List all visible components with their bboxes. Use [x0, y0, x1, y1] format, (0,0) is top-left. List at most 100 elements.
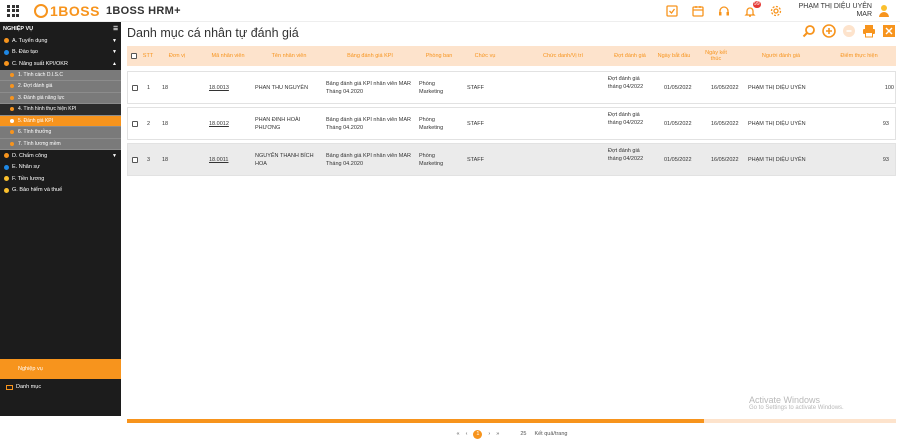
- column-header[interactable]: Tên nhân viên: [259, 53, 319, 59]
- logo[interactable]: 1BOSS: [34, 3, 100, 19]
- cell-department: Phòng Marketing: [419, 81, 444, 95]
- sidebar-subitem-kpi-review[interactable]: 5. Đánh giá KPI: [0, 115, 121, 127]
- table-header: STT Đơn vị Mã nhân viên Tên nhân viên Bả…: [127, 46, 896, 66]
- cell-stt: 1: [147, 85, 151, 91]
- sidebar-item-timekeeping[interactable]: D. Chấm công ▼: [0, 150, 121, 162]
- gear-icon[interactable]: [767, 2, 785, 20]
- column-header[interactable]: Mã nhân viên: [203, 53, 253, 59]
- timekeeping-icon: [4, 153, 9, 159]
- sidebar-item-label: F. Tiền lương: [12, 175, 45, 182]
- sidebar-item-payroll[interactable]: F. Tiền lương: [0, 173, 121, 185]
- cell-position: STAFF: [467, 157, 485, 163]
- sidebar-item-insurance-tax[interactable]: G. Bảo hiểm và thuế: [0, 185, 121, 197]
- column-header[interactable]: Bảng đánh giá KPI: [325, 53, 415, 59]
- sidebar-item-personnel[interactable]: E. Nhân sự: [0, 162, 121, 174]
- table-row[interactable]: 3 18 18.0011 NGUYỄN THANH BÍCH HOA Bảng …: [127, 143, 896, 176]
- cell-end-date: 16/05/2022: [711, 121, 739, 127]
- sidebar-title: NGHIỆP VỤ: [3, 25, 34, 32]
- delete-icon[interactable]: [842, 24, 856, 38]
- sidebar-subitem-disc[interactable]: 1. Tính cách D.I.S.C: [0, 69, 121, 81]
- cell-employee-name: PHAN THU NGUYÊN: [255, 85, 309, 91]
- sidebar-subitem-kpi-progress[interactable]: 4. Tình hình thực hiện KPI: [0, 104, 121, 116]
- cell-score: 93: [882, 157, 889, 163]
- top-bar: 1BOSS 1BOSS HRM+ 99 PHẠM THỊ DIỆU UYÊN M…: [0, 0, 900, 22]
- cell-score: 93: [882, 121, 889, 127]
- main-content: Danh mục cá nhân tự đánh giá STT Đơn vị …: [121, 22, 900, 440]
- cell-position: STAFF: [467, 121, 485, 127]
- bonus-icon: [10, 130, 14, 135]
- user-avatar-icon[interactable]: [878, 4, 890, 18]
- column-header[interactable]: Chức vụ: [467, 53, 503, 59]
- kpi-review-icon: [10, 118, 14, 123]
- cell-start-date: 01/05/2022: [664, 85, 692, 91]
- sidebar-subitem-label: 5. Đánh giá KPI: [18, 117, 54, 124]
- cell-stt: 3: [147, 157, 151, 163]
- sidebar-subitem-label: 6. Tính thưởng: [18, 129, 52, 136]
- sidebar-item-kpi[interactable]: C. Năng suất KPI/OKR ▲: [0, 58, 121, 70]
- folder-icon: [6, 384, 13, 390]
- personnel-icon: [4, 164, 9, 170]
- table-row[interactable]: 2 18 18.0012 PHAN ĐINH HOÀI PHƯƠNG Bảng …: [127, 107, 896, 140]
- training-icon: [4, 49, 9, 55]
- sidebar-tab-catalog[interactable]: Danh mục: [0, 380, 121, 394]
- user-name-line1: PHẠM THỊ DIỆU UYÊN: [798, 3, 872, 10]
- page-size-select[interactable]: 25: [520, 431, 526, 437]
- column-header[interactable]: Đợt đánh giá: [607, 53, 653, 59]
- cell-employee-code-link[interactable]: 18.0013: [209, 84, 229, 92]
- column-header[interactable]: Ngày kết thúc: [703, 50, 729, 62]
- sidebar-subitem-bonus[interactable]: 6. Tính thưởng: [0, 127, 121, 139]
- row-checkbox[interactable]: [132, 157, 138, 163]
- row-checkbox[interactable]: [132, 85, 138, 91]
- sidebar-item-label: D. Chấm công: [12, 152, 48, 159]
- column-header[interactable]: Người đánh giá: [741, 53, 821, 59]
- column-header[interactable]: Đơn vị: [167, 53, 187, 59]
- chevron-down-icon: ▼: [112, 152, 117, 159]
- payroll-icon: [4, 176, 9, 182]
- sidebar-subitem-label: 3. Đánh giá năng lực: [18, 94, 65, 101]
- add-icon[interactable]: [822, 24, 836, 38]
- period-icon: [10, 84, 14, 89]
- cell-end-date: 16/05/2022: [711, 85, 739, 91]
- calendar-icon[interactable]: [689, 2, 707, 20]
- sidebar: NGHIỆP VỤ ☰ A. Tuyển dụng ▼ B. Đào tạo ▼ C…: [0, 22, 121, 416]
- headset-icon[interactable]: [715, 2, 733, 20]
- export-icon[interactable]: [882, 24, 896, 38]
- last-page-button[interactable]: »: [496, 431, 499, 437]
- menu-toggle-icon[interactable]: ☰: [113, 26, 118, 32]
- first-page-button[interactable]: «: [457, 431, 460, 437]
- cell-kpi-sheet: Bảng đánh giá KPI nhân viên MAR Tháng 04…: [326, 117, 412, 131]
- cell-employee-code-link[interactable]: 18.0011: [209, 156, 228, 164]
- sidebar-tab-operations[interactable]: Nghiệp vụ: [0, 359, 121, 379]
- sidebar-item-recruitment[interactable]: A. Tuyển dụng ▼: [0, 35, 121, 47]
- task-check-icon[interactable]: [663, 2, 681, 20]
- column-header[interactable]: Ngày bắt đầu: [653, 53, 695, 59]
- logo-mark-icon: [34, 3, 48, 18]
- search-icon[interactable]: [802, 24, 816, 38]
- user-name[interactable]: PHẠM THỊ DIỆU UYÊN MAR: [799, 3, 872, 19]
- chevron-down-icon: ▼: [112, 49, 117, 56]
- column-header[interactable]: Phòng ban: [419, 53, 459, 59]
- scrollbar-thumb[interactable]: [127, 419, 704, 423]
- horizontal-scrollbar[interactable]: [127, 419, 896, 423]
- apps-grid-icon[interactable]: [2, 0, 24, 22]
- column-header[interactable]: STT: [141, 53, 155, 59]
- cell-department: Phòng Marketing: [419, 153, 444, 167]
- row-checkbox[interactable]: [132, 121, 138, 127]
- sidebar-subitem-evaluation-period[interactable]: 2. Đợt đánh giá: [0, 81, 121, 93]
- print-icon[interactable]: [862, 24, 876, 38]
- select-all-checkbox[interactable]: [131, 53, 137, 59]
- bell-icon[interactable]: 99: [741, 1, 761, 20]
- disc-icon: [10, 72, 14, 77]
- sidebar-subitem-competency[interactable]: 3. Đánh giá năng lực: [0, 92, 121, 104]
- competency-icon: [10, 95, 14, 100]
- next-page-button[interactable]: ›: [488, 431, 490, 437]
- column-header[interactable]: Chức danh/Vị trí: [523, 53, 603, 59]
- column-header[interactable]: Điểm thực hiện: [827, 53, 891, 59]
- cell-evaluation-period: Đợt đánh giá tháng 04/2022: [608, 148, 644, 162]
- prev-page-button[interactable]: ‹: [466, 431, 468, 437]
- sidebar-subitem-soft-salary[interactable]: 7. Tính lương mềm: [0, 138, 121, 150]
- table-row[interactable]: 1 18 18.0013 PHAN THU NGUYÊN Bảng đánh g…: [127, 71, 896, 104]
- current-page-button[interactable]: 1: [473, 429, 483, 439]
- sidebar-item-training[interactable]: B. Đào tạo ▼: [0, 47, 121, 59]
- cell-employee-code-link[interactable]: 18.0012: [209, 120, 229, 128]
